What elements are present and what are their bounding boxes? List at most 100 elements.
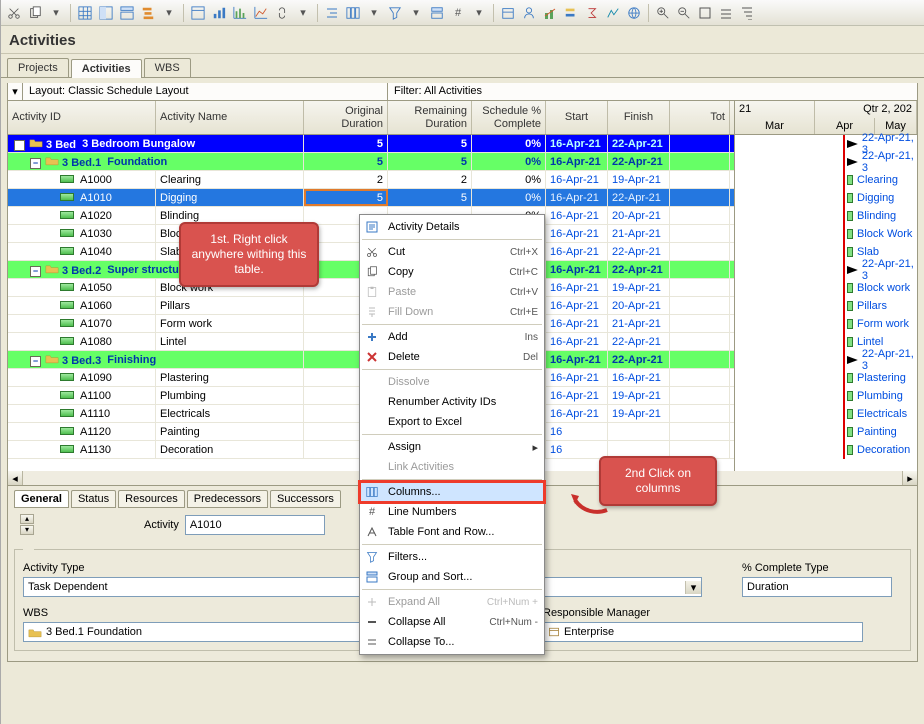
ctx-filters[interactable]: Filters... [360, 547, 544, 567]
sigma-icon[interactable] [583, 4, 601, 22]
chevron-down-icon[interactable]: ▾ [407, 4, 425, 22]
layout-icon[interactable] [118, 4, 136, 22]
gantt-row[interactable]: 22-Apr-21, 3 [735, 351, 917, 369]
globe-icon[interactable] [625, 4, 643, 22]
barchart-icon[interactable] [210, 4, 228, 22]
ctx-cut[interactable]: CutCtrl+X [360, 242, 544, 262]
ctx-columns[interactable]: Columns... [360, 482, 544, 502]
tab-resources[interactable]: Resources [118, 490, 185, 508]
ctx-export-excel[interactable]: Export to Excel [360, 412, 544, 432]
ctx-paste[interactable]: PasteCtrl+V [360, 282, 544, 302]
ctx-copy[interactable]: CopyCtrl+C [360, 262, 544, 282]
gantt-row[interactable]: Digging [735, 189, 917, 207]
collapse-icon[interactable] [717, 4, 735, 22]
copy-icon[interactable] [26, 4, 44, 22]
funnel-icon[interactable] [386, 4, 404, 22]
trace-icon[interactable] [604, 4, 622, 22]
chevron-down-icon[interactable]: ▾ [8, 83, 23, 100]
col-finish[interactable]: Finish [608, 101, 670, 134]
columns-icon[interactable] [344, 4, 362, 22]
activity-bar[interactable] [847, 301, 853, 311]
resp-mgr-field[interactable]: Enterprise [543, 622, 863, 642]
col-remaining-duration[interactable]: Remaining Duration [388, 101, 472, 134]
chevron-down-icon[interactable]: ▾ [365, 4, 383, 22]
table-row[interactable]: A1000Clearing220%16-Apr-2119-Apr-21 [8, 171, 734, 189]
activity-bar[interactable] [847, 319, 853, 329]
gantt-panel[interactable]: 21 Qtr 2, 202 Mar Apr May 22-Apr-21, 322… [735, 101, 917, 471]
gantt-row[interactable]: 22-Apr-21, 3 [735, 153, 917, 171]
gantt-row[interactable]: Plumbing [735, 387, 917, 405]
col-start[interactable]: Start [546, 101, 608, 134]
activity-bar[interactable] [847, 193, 853, 203]
ctx-renumber[interactable]: Renumber Activity IDs [360, 392, 544, 412]
resources-icon[interactable] [520, 4, 538, 22]
calendar-icon[interactable] [499, 4, 517, 22]
pct-complete-type-field[interactable]: Duration [742, 577, 892, 597]
col-schedule-pct[interactable]: Schedule % Complete [472, 101, 546, 134]
col-original-duration[interactable]: Original Duration [304, 101, 388, 134]
gantt-row[interactable]: Painting [735, 423, 917, 441]
activity-bar[interactable] [847, 283, 853, 293]
ctx-collapse-all[interactable]: Collapse AllCtrl+Num - [360, 612, 544, 632]
gantt-body[interactable]: 22-Apr-21, 322-Apr-21, 3ClearingDiggingB… [735, 135, 917, 459]
baseline-icon[interactable] [562, 4, 580, 22]
tab-predecessors[interactable]: Predecessors [187, 490, 268, 508]
hash-icon[interactable]: # [449, 4, 467, 22]
chart-overlay-icon[interactable] [541, 4, 559, 22]
tab-activities[interactable]: Activities [71, 59, 142, 78]
chevron-down-icon[interactable]: ▾ [47, 4, 65, 22]
indent-icon[interactable] [323, 4, 341, 22]
scroll-left-icon[interactable]: ◂ [8, 471, 23, 485]
activity-id-field[interactable]: A1010 [185, 515, 325, 535]
activity-bar[interactable] [847, 373, 853, 383]
gantt-row[interactable]: 22-Apr-21, 3 [735, 261, 917, 279]
chevron-down-icon[interactable]: ▾ [685, 581, 701, 594]
gantt-row[interactable]: Clearing [735, 171, 917, 189]
fit-icon[interactable] [696, 4, 714, 22]
activity-bar[interactable] [847, 391, 853, 401]
chevron-down-icon[interactable]: ▾ [470, 4, 488, 22]
gantt-row[interactable]: Block Work [735, 225, 917, 243]
histogram-icon[interactable] [231, 4, 249, 22]
activity-bar[interactable] [847, 445, 853, 455]
col-activity-id[interactable]: Activity ID [8, 101, 156, 134]
tab-general[interactable]: General [14, 490, 69, 508]
ctx-add[interactable]: AddIns [360, 327, 544, 347]
group-icon[interactable] [428, 4, 446, 22]
line-chart-icon[interactable] [252, 4, 270, 22]
chevron-down-icon[interactable]: ▾ [160, 4, 178, 22]
ctx-delete[interactable]: DeleteDel [360, 347, 544, 367]
expand-icon[interactable] [738, 4, 756, 22]
gantt-row[interactable]: Pillars [735, 297, 917, 315]
activity-bar[interactable] [847, 229, 853, 239]
link-icon[interactable] [273, 4, 291, 22]
scissors-icon[interactable] [5, 4, 23, 22]
context-menu[interactable]: Activity Details CutCtrl+X CopyCtrl+C Pa… [359, 214, 545, 655]
ctx-line-numbers[interactable]: # Line Numbers [360, 502, 544, 522]
col-activity-name[interactable]: Activity Name [156, 101, 304, 134]
ctx-dissolve[interactable]: Dissolve [360, 372, 544, 392]
activity-bar[interactable] [847, 211, 853, 221]
layout-name[interactable]: Layout: Classic Schedule Layout [23, 83, 388, 100]
grid-icon[interactable] [76, 4, 94, 22]
zoom-in-icon[interactable] [654, 4, 672, 22]
ctx-assign[interactable]: Assign [360, 437, 544, 457]
table-row[interactable]: − 3 Bed 3 Bedroom Bungalow550%16-Apr-212… [8, 135, 734, 153]
activity-bar[interactable] [847, 247, 853, 257]
table-icon[interactable] [189, 4, 207, 22]
table-row[interactable]: A1010Digging550%16-Apr-2122-Apr-21 [8, 189, 734, 207]
gantt-row[interactable]: Decoration [735, 441, 917, 459]
activity-bar[interactable] [847, 427, 853, 437]
gantt-icon[interactable] [139, 4, 157, 22]
chevron-down-icon[interactable]: ▾ [294, 4, 312, 22]
ctx-table-font[interactable]: Table Font and Row... [360, 522, 544, 542]
activity-bar[interactable] [847, 337, 853, 347]
tab-successors[interactable]: Successors [270, 490, 341, 508]
ctx-activity-details[interactable]: Activity Details [360, 217, 544, 237]
tab-wbs[interactable]: WBS [144, 58, 191, 77]
zoom-out-icon[interactable] [675, 4, 693, 22]
gantt-row[interactable]: Blinding [735, 207, 917, 225]
activity-bar[interactable] [847, 175, 853, 185]
gantt-row[interactable]: Block work [735, 279, 917, 297]
next-activity-icon[interactable]: ▾ [20, 525, 34, 535]
